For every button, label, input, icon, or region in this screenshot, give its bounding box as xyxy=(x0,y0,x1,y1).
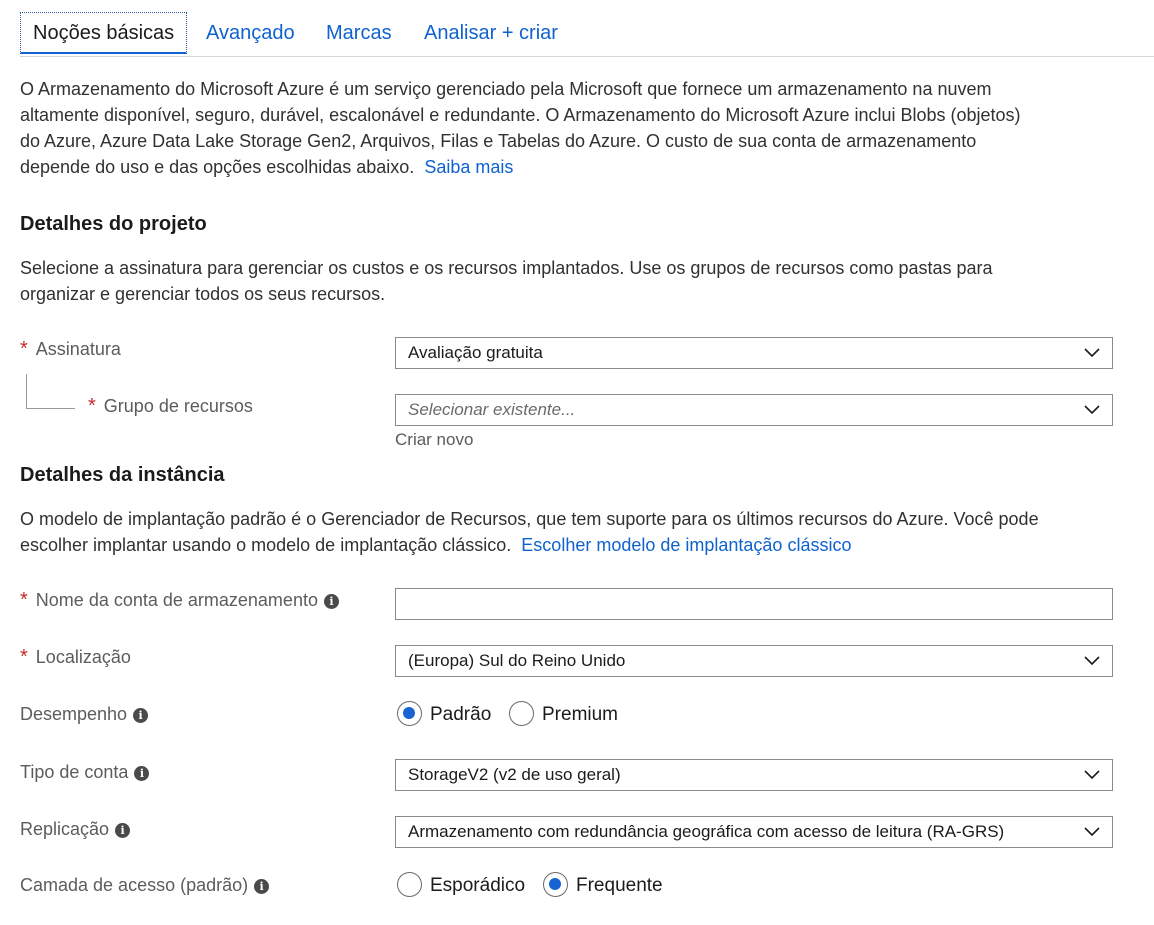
intro-line: do Azure, Azure Data Lake Storage Gen2, … xyxy=(20,131,977,151)
required-marker: * xyxy=(20,338,28,360)
project-description: Selecione a assinatura para gerenciar os… xyxy=(20,255,993,307)
chevron-down-icon xyxy=(1084,656,1100,666)
classic-deployment-link[interactable]: Escolher modelo de implantação clássico xyxy=(521,535,851,555)
storage-name-label: * Nome da conta de armazenamento i xyxy=(20,589,339,612)
create-new-link[interactable]: Criar novo xyxy=(395,430,473,450)
subscription-label-text: Assinatura xyxy=(35,339,121,359)
hierarchy-connector xyxy=(26,374,75,409)
resource-group-placeholder: Selecionar existente... xyxy=(408,400,576,419)
subscription-value: Avaliação gratuita xyxy=(408,343,543,362)
info-icon[interactable]: i xyxy=(254,878,270,894)
resource-group-select[interactable]: Selecionar existente... xyxy=(395,394,1113,426)
replication-label: Replicação i xyxy=(20,819,131,840)
resource-group-label: * Grupo de recursos xyxy=(88,395,253,418)
location-label-text: Localização xyxy=(35,647,131,667)
instance-line-text: escolher implantar usando o modelo de im… xyxy=(20,535,512,555)
account-type-label: Tipo de conta i xyxy=(20,762,150,783)
project-line: organizar e gerenciar todos os seus recu… xyxy=(20,284,386,304)
account-type-select[interactable]: StorageV2 (v2 de uso geral) xyxy=(395,759,1113,791)
replication-label-text: Replicação xyxy=(20,819,110,839)
radio-label: Frequente xyxy=(576,875,663,896)
subscription-select[interactable]: Avaliação gratuita xyxy=(395,337,1113,369)
instance-description: O modelo de implantação padrão é o Geren… xyxy=(20,506,1039,558)
intro-line: depende do uso e das opções escolhidas a… xyxy=(20,154,1021,180)
instance-line: O modelo de implantação padrão é o Geren… xyxy=(20,509,1039,529)
replication-value: Armazenamento com redundância geográfica… xyxy=(408,822,1005,841)
info-icon[interactable]: i xyxy=(134,765,150,781)
radio-label: Esporádico xyxy=(430,875,526,896)
intro-line-text: depende do uso e das opções escolhidas a… xyxy=(20,157,415,177)
subscription-label: * Assinatura xyxy=(20,338,121,361)
location-select[interactable]: (Europa) Sul do Reino Unido xyxy=(395,645,1113,677)
learn-more-link[interactable]: Saiba mais xyxy=(424,157,513,177)
storage-name-label-text: Nome da conta de armazenamento xyxy=(35,590,318,610)
location-value: (Europa) Sul do Reino Unido xyxy=(408,651,626,670)
chevron-down-icon xyxy=(1084,770,1100,780)
location-label: * Localização xyxy=(20,646,131,669)
radio-selected-icon xyxy=(397,701,422,726)
intro-line: O Armazenamento do Microsoft Azure é um … xyxy=(20,79,992,99)
account-type-label-text: Tipo de conta xyxy=(20,762,129,782)
radio-unselected-icon xyxy=(509,701,534,726)
tab-bar: Noções básicas Avançado Marcas Analisar … xyxy=(20,12,1154,57)
account-type-value: StorageV2 (v2 de uso geral) xyxy=(408,765,621,784)
chevron-down-icon xyxy=(1084,405,1100,415)
radio-label: Premium xyxy=(542,704,619,725)
performance-label-text: Desempenho xyxy=(20,704,128,724)
chevron-down-icon xyxy=(1084,827,1100,837)
intro-line: altamente disponível, seguro, durável, e… xyxy=(20,105,1021,125)
storage-account-name-input[interactable] xyxy=(395,588,1113,620)
radio-unselected-icon xyxy=(397,872,422,897)
radio-selected-icon xyxy=(543,872,568,897)
project-line: Selecione a assinatura para gerenciar os… xyxy=(20,258,993,278)
performance-label: Desempenho i xyxy=(20,704,149,725)
info-icon[interactable]: i xyxy=(115,822,131,838)
tab-tags[interactable]: Marcas xyxy=(326,12,392,54)
required-marker: * xyxy=(88,395,96,417)
instance-details-heading: Detalhes da instância xyxy=(20,464,225,486)
chevron-down-icon xyxy=(1084,348,1100,358)
tab-review-create[interactable]: Analisar + criar xyxy=(424,12,558,54)
access-tier-label-text: Camada de acesso (padrão) xyxy=(20,875,249,895)
required-marker: * xyxy=(20,589,28,611)
resource-group-label-text: Grupo de recursos xyxy=(103,396,253,416)
tab-basics[interactable]: Noções básicas xyxy=(20,12,188,54)
replication-select[interactable]: Armazenamento com redundância geográfica… xyxy=(395,816,1113,848)
required-marker: * xyxy=(20,646,28,668)
tab-advanced[interactable]: Avançado xyxy=(206,12,295,54)
project-details-heading: Detalhes do projeto xyxy=(20,213,207,235)
radio-label: Padrão xyxy=(430,704,492,725)
instance-line: escolher implantar usando o modelo de im… xyxy=(20,532,1039,558)
access-tier-label: Camada de acesso (padrão) i xyxy=(20,875,270,896)
info-icon[interactable]: i xyxy=(133,707,149,723)
info-icon[interactable]: i xyxy=(323,593,339,609)
intro-description: O Armazenamento do Microsoft Azure é um … xyxy=(20,76,1021,180)
